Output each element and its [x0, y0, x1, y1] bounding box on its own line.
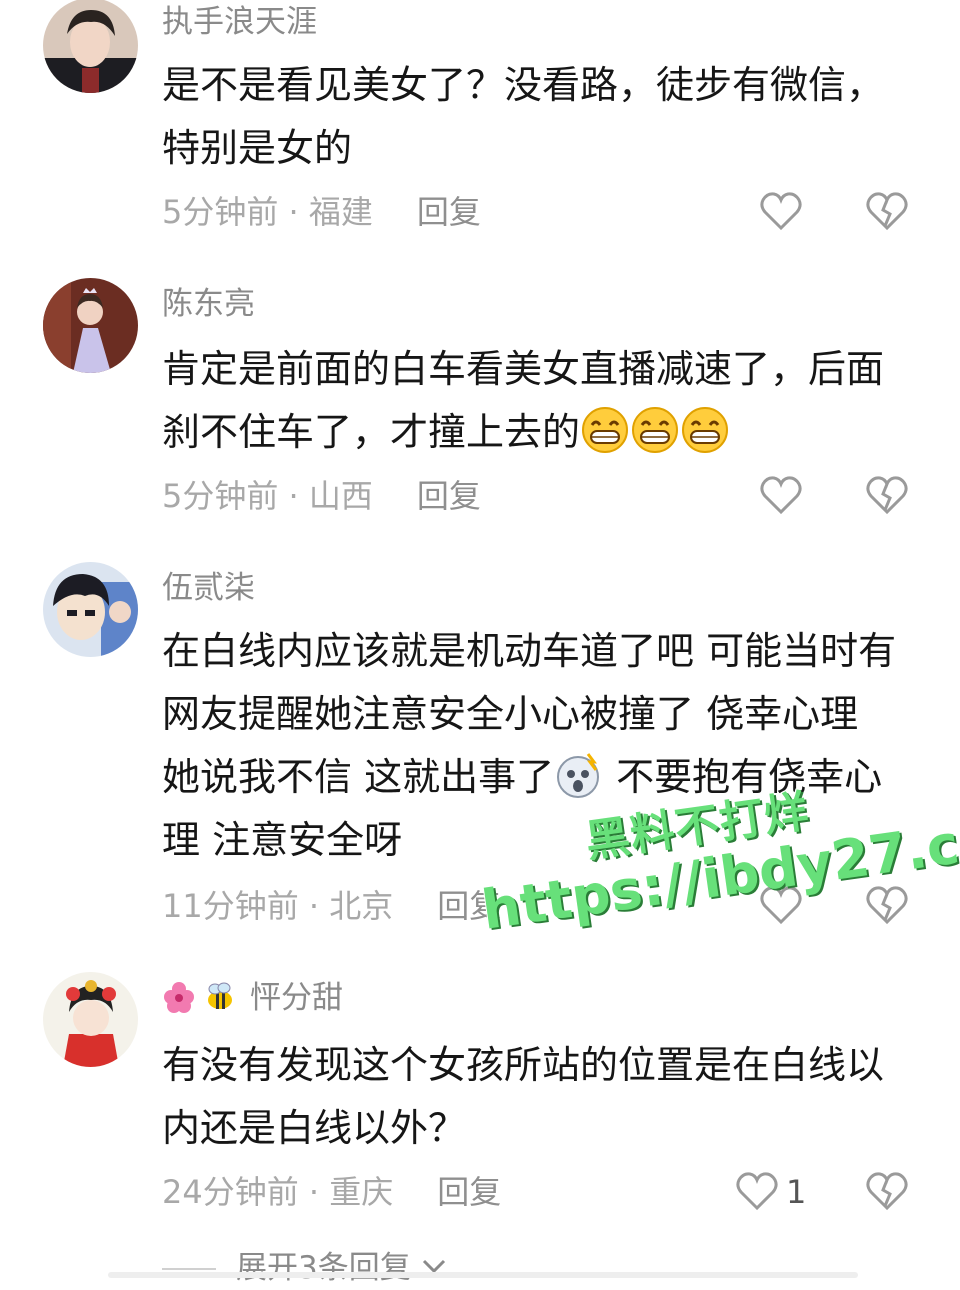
meta-separator: · — [278, 477, 309, 515]
grin-emoji — [630, 405, 680, 455]
heart-icon — [736, 1172, 778, 1211]
avatar[interactable] — [43, 972, 138, 1067]
grin-emoji — [580, 405, 630, 455]
comment-meta: 5分钟前 · 福建 回复 — [162, 192, 481, 232]
comment-time: 5分钟前 — [162, 193, 279, 231]
avatar[interactable] — [43, 562, 138, 657]
meta-separator: · — [298, 1173, 330, 1211]
comment-location: 重庆 — [329, 1173, 394, 1211]
like-button[interactable] — [759, 190, 803, 234]
dislike-button[interactable] — [865, 190, 909, 234]
bee-emoji — [202, 980, 236, 1014]
comment-text-content: 肯定是前面的白车看美女直播减速了，后面刹不住车了，才撞上去的 — [162, 347, 885, 454]
reply-button[interactable]: 回复 — [417, 477, 481, 515]
expand-divider — [162, 1268, 216, 1270]
comment-location: 北京 — [329, 887, 394, 925]
username-text: 怦分甜 — [250, 980, 343, 1016]
comment-text: 是不是看见美女了？没看路，徒步有微信，特别是女的 — [162, 63, 885, 170]
username[interactable]: 执手浪天涯 — [162, 2, 317, 42]
username[interactable]: 怦分甜 — [162, 978, 343, 1018]
comment-time: 24分钟前 — [162, 1173, 299, 1211]
avatar-photo-little-girl — [43, 278, 138, 373]
comment-meta: 5分钟前 · 山西 回复 — [162, 476, 481, 516]
expand-replies-button[interactable]: 展开3条回复 — [236, 1244, 447, 1290]
username[interactable]: 伍贰柒 — [162, 568, 255, 608]
reply-button[interactable]: 回复 — [417, 193, 481, 231]
avatar[interactable] — [43, 0, 138, 93]
expand-replies-label: 展开3条回复 — [236, 1250, 411, 1286]
like-count: 1 — [786, 1173, 807, 1211]
comment-meta: 11分钟前 · 北京 回复 — [162, 886, 501, 926]
comment-meta: 24分钟前 · 重庆 回复 — [162, 1172, 501, 1212]
heart-icon — [760, 476, 802, 515]
reply-button[interactable]: 回复 — [437, 1173, 501, 1211]
meta-separator: · — [278, 193, 309, 231]
like-button[interactable] — [735, 1170, 779, 1214]
comment-time: 11分钟前 — [162, 887, 299, 925]
bottom-input-bar[interactable] — [108, 1272, 858, 1278]
exploding-head-emoji — [554, 750, 604, 800]
broken-heart-icon — [866, 1172, 908, 1211]
avatar[interactable] — [43, 278, 138, 373]
comment-text: 肯定是前面的白车看美女直播减速了，后面刹不住车了，才撞上去的 — [162, 338, 902, 464]
comment-location: 山西 — [308, 477, 373, 515]
heart-icon — [760, 192, 802, 231]
comment-location: 福建 — [308, 193, 373, 231]
avatar-photo-young-man — [43, 0, 138, 93]
dislike-button[interactable] — [865, 474, 909, 518]
broken-heart-icon — [866, 192, 908, 231]
avatar-cartoon-opera-girl — [43, 972, 138, 1067]
hibiscus-emoji — [162, 980, 196, 1014]
dislike-button[interactable] — [865, 1170, 909, 1214]
chevron-down-icon — [421, 1244, 447, 1274]
broken-heart-icon — [866, 476, 908, 515]
like-button[interactable] — [759, 474, 803, 518]
grin-emoji — [680, 405, 730, 455]
meta-separator: · — [298, 887, 330, 925]
avatar-anime-boy — [43, 562, 138, 657]
username[interactable]: 陈东亮 — [162, 284, 255, 324]
comment-time: 5分钟前 — [162, 477, 279, 515]
comment-text: 有没有发现这个女孩所站的位置是在白线以内还是白线以外？ — [162, 1043, 885, 1150]
